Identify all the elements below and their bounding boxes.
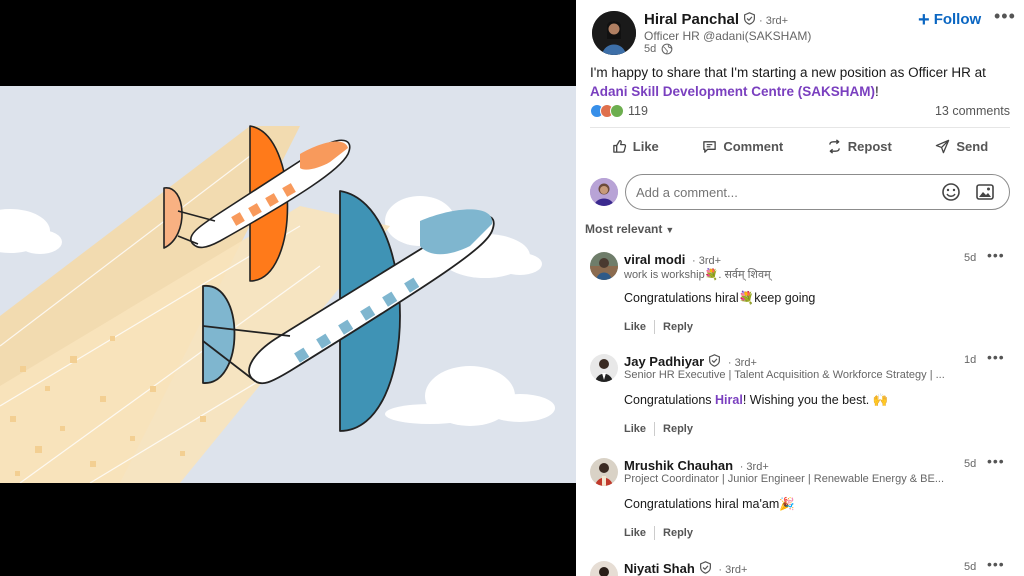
comment-icon <box>703 141 717 153</box>
comment-more-icon[interactable]: ••• <box>987 556 1005 572</box>
commenter-headline: Project Coordinator | Junior Engineer | … <box>624 473 944 485</box>
verified-icon <box>709 354 721 367</box>
repost-button[interactable]: Repost <box>821 135 898 158</box>
comment-text: Congratulations hiral ma'am🎉 <box>624 497 795 511</box>
commenter-name[interactable]: Niyati Shah <box>624 561 695 576</box>
post-actions-bar: Like Comment Repost Send <box>590 135 1010 158</box>
connection-degree: · 3rd+ <box>739 461 769 473</box>
commenter-avatar[interactable] <box>590 252 618 280</box>
comment-text: Congratulations Hiral! Wishing you the b… <box>624 393 888 408</box>
sort-comments-dropdown[interactable]: Most relevant ▼ <box>585 222 674 236</box>
celebrate-reaction-icon <box>610 104 624 118</box>
comment-actions: Like Reply <box>624 526 693 540</box>
plus-icon: + <box>918 9 930 31</box>
commenter-name[interactable]: Mrushik Chauhan <box>624 458 733 473</box>
connection-degree: · 3rd+ <box>692 255 722 267</box>
author-headline: Officer HR @adani(SAKSHAM) <box>644 29 812 43</box>
author-name-row[interactable]: Hiral Panchal · 3rd+ <box>644 11 788 28</box>
caret-down-icon: ▼ <box>665 225 675 235</box>
comment-text-start: Congratulations <box>624 393 716 407</box>
comment-input[interactable] <box>636 184 941 200</box>
follow-label: Follow <box>933 11 982 28</box>
repost-icon <box>828 139 840 154</box>
verified-icon <box>699 561 711 574</box>
commenter-headline: work is workship💐. सर्वम् शिवम् <box>624 269 771 281</box>
commenter-avatar[interactable] <box>590 354 618 382</box>
separator <box>654 422 656 436</box>
image-icon[interactable] <box>975 182 995 202</box>
comment-reply-button[interactable]: Reply <box>663 321 693 333</box>
post-meta: 5d <box>644 43 673 55</box>
post-image[interactable] <box>0 0 576 576</box>
commenter-avatar[interactable] <box>590 458 618 486</box>
post-time: 5d <box>644 43 657 55</box>
sort-label: Most relevant <box>585 222 663 236</box>
comments-count[interactable]: 13 comments <box>935 104 1010 118</box>
commenter-headline: Senior HR Executive | Talent Acquisition… <box>624 369 945 381</box>
airplanes-illustration <box>0 86 576 483</box>
verified-icon <box>744 12 756 25</box>
commenter-name-row[interactable]: Jay Padhiyar · 3rd+ <box>624 354 757 369</box>
commenter-name-row[interactable]: Mrushik Chauhan · 3rd+ <box>624 458 769 473</box>
comment-time: 5d <box>964 561 977 573</box>
reactions-count: 119 <box>628 104 648 118</box>
post-text-end: ! <box>875 84 879 99</box>
comment-button[interactable]: Comment <box>696 135 789 158</box>
like-label: Like <box>632 139 659 154</box>
divider <box>590 127 1010 128</box>
commenter-avatar[interactable] <box>590 561 618 576</box>
comment-actions: Like Reply <box>624 320 693 334</box>
comment-reply-button[interactable]: Reply <box>663 423 693 435</box>
author-avatar[interactable] <box>592 11 636 55</box>
send-button[interactable]: Send <box>929 135 994 158</box>
comment-more-icon[interactable]: ••• <box>987 247 1005 263</box>
commenter-name-row[interactable]: Niyati Shah · 3rd+ <box>624 561 747 576</box>
repost-label: Repost <box>847 139 892 154</box>
comment-time: 1d <box>964 354 977 366</box>
commenter-name[interactable]: Jay Padhiyar <box>624 354 704 369</box>
comment-like-button[interactable]: Like <box>624 321 646 333</box>
comment-time: 5d <box>964 458 977 470</box>
comment-label: Comment <box>723 139 784 154</box>
emoji-icon[interactable] <box>941 182 961 202</box>
comment-text: Congratulations hiral💐keep going <box>624 291 816 305</box>
connection-degree: · 3rd+ <box>727 357 757 369</box>
separator <box>654 526 656 540</box>
comment-actions: Like Reply <box>624 422 693 436</box>
comment-more-icon[interactable]: ••• <box>987 349 1005 365</box>
send-icon <box>936 139 950 154</box>
reactions-summary[interactable]: 119 <box>590 104 648 118</box>
comment-more-icon[interactable]: ••• <box>987 453 1005 469</box>
connection-degree: · 3rd+ <box>718 564 748 576</box>
more-options-icon[interactable]: ••• <box>994 6 1016 27</box>
follow-button[interactable]: + Follow <box>918 9 981 32</box>
comment-input-box[interactable] <box>625 174 1010 210</box>
send-label: Send <box>956 139 989 154</box>
comment-like-button[interactable]: Like <box>624 423 646 435</box>
post-text: I'm happy to share that I'm starting a n… <box>590 63 1014 101</box>
globe-icon <box>661 43 673 55</box>
company-link[interactable]: Adani Skill Development Centre (SAKSHAM) <box>590 84 875 99</box>
comment-reply-button[interactable]: Reply <box>663 527 693 539</box>
commenter-name-row[interactable]: viral modi · 3rd+ <box>624 252 721 267</box>
like-button[interactable]: Like <box>606 135 665 158</box>
comment-text-end: ! Wishing you the best. 🙌 <box>742 393 889 407</box>
mention-link[interactable]: Hiral <box>715 393 743 407</box>
commenter-name[interactable]: viral modi <box>624 252 685 267</box>
comment-time: 5d <box>964 252 977 264</box>
separator <box>654 320 656 334</box>
current-user-avatar[interactable] <box>590 178 618 206</box>
post-text-body: I'm happy to share that I'm starting a n… <box>590 65 986 80</box>
connection-degree: · 3rd+ <box>759 15 789 27</box>
comment-like-button[interactable]: Like <box>624 527 646 539</box>
thumbs-up-icon <box>612 140 626 153</box>
author-name[interactable]: Hiral Panchal <box>644 11 739 28</box>
post-panel: Hiral Panchal · 3rd+ Officer HR @adani(SA… <box>576 0 1024 576</box>
